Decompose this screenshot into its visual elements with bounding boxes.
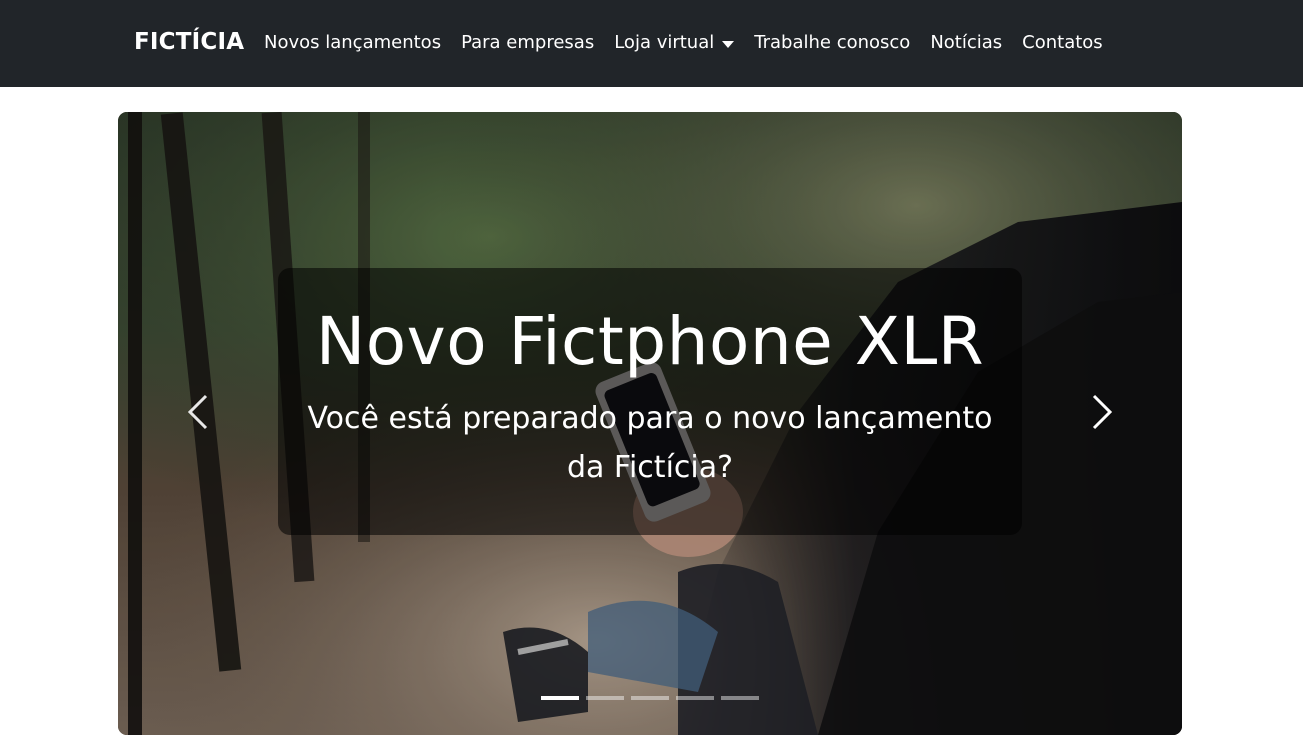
nav-item-label: Novos lançamentos [264,32,442,53]
nav-item-contatos[interactable]: Contatos [1022,30,1103,56]
hero-carousel: Novo Fictphone XLR Você está preparado p… [118,112,1182,735]
carousel-indicator[interactable] [721,696,759,700]
nav-item-label: Loja virtual [614,32,715,53]
carousel-indicator[interactable] [586,696,624,700]
carousel-indicator[interactable] [541,696,579,700]
nav-item-label: Para empresas [461,32,595,53]
nav-menu: Novos lançamentos Para empresas Loja vir… [264,30,1123,56]
nav-item-trabalhe-conosco[interactable]: Trabalhe conosco [754,30,910,56]
chevron-right-icon [1092,394,1113,430]
carousel-next-button[interactable] [1072,382,1132,442]
carousel-prev-button[interactable] [168,382,228,442]
nav-item-loja-virtual-dropdown[interactable]: Loja virtual [614,30,735,56]
nav-item-para-empresas[interactable]: Para empresas [461,30,594,56]
slide-title: Novo Fictphone XLR [315,303,985,380]
nav-item-noticias[interactable]: Notícias [930,30,1002,56]
nav-item-label: Contatos [1022,32,1103,53]
caret-down-icon [722,40,735,48]
slide-caption: Novo Fictphone XLR Você está preparado p… [278,268,1022,535]
carousel-indicator[interactable] [676,696,714,700]
carousel-indicators [541,696,766,700]
carousel-indicator[interactable] [631,696,669,700]
brand-logo[interactable]: FICTÍCIA [134,27,244,57]
chevron-left-icon [187,394,208,430]
nav-item-label: Trabalhe conosco [754,32,911,53]
slide-text: Você está preparado para o novo lançamen… [307,401,993,485]
nav-item-novos-lancamentos[interactable]: Novos lançamentos [264,30,441,56]
nav-item-label: Notícias [930,32,1003,53]
navbar: FICTÍCIA Novos lançamentos Para empresas… [0,0,1303,87]
